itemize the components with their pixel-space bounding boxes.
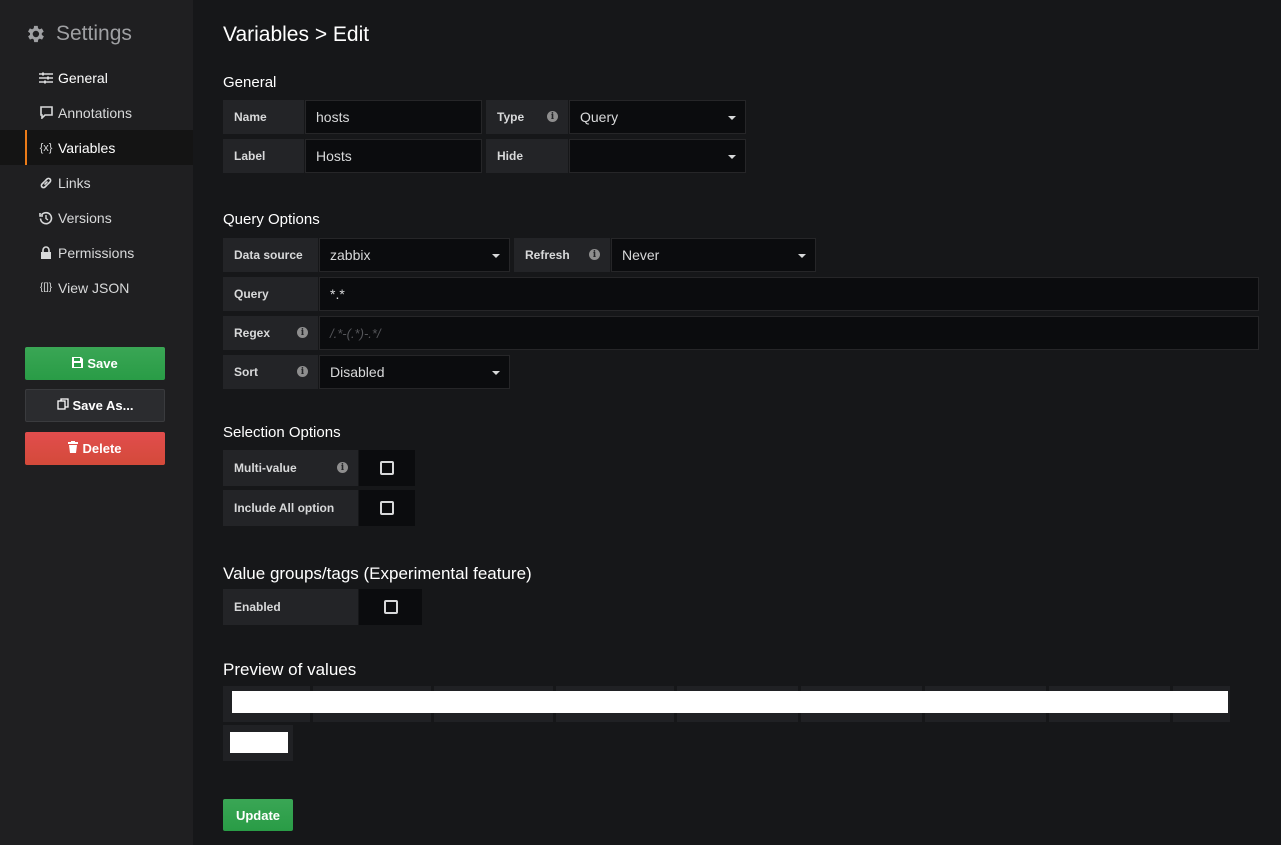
- json-icon: {[]}: [39, 282, 53, 293]
- sliders-icon: [38, 72, 54, 84]
- link-icon: [38, 176, 54, 190]
- info-icon[interactable]: i: [589, 249, 600, 260]
- lock-icon: [38, 245, 54, 260]
- main-content: Variables > Edit General Name hosts Type…: [193, 0, 1281, 845]
- multi-value-checkbox-wrap: [359, 450, 415, 486]
- sidebar-item-label: Links: [58, 174, 91, 191]
- hide-select[interactable]: [569, 139, 746, 173]
- value-groups-heading: Value groups/tags (Experimental feature): [223, 564, 532, 583]
- sidebar-item-permissions[interactable]: Permissions: [0, 235, 193, 270]
- refresh-label: Refresh i: [514, 238, 610, 272]
- update-button[interactable]: Update: [223, 799, 293, 831]
- delete-button[interactable]: Delete: [25, 432, 165, 465]
- hide-label: Hide: [486, 139, 568, 173]
- regex-label-text: Regex: [234, 326, 271, 340]
- save-as-button-label: Save As...: [72, 398, 134, 413]
- enabled-label: Enabled: [223, 589, 358, 625]
- label-label: Label: [223, 139, 304, 173]
- include-all-label: Include All option: [223, 490, 358, 526]
- chevron-down-icon: [728, 155, 736, 159]
- type-select-value: Query: [580, 109, 619, 125]
- name-input[interactable]: hosts: [305, 100, 482, 134]
- datasource-label: Data source: [223, 238, 318, 272]
- chevron-down-icon: [492, 254, 500, 258]
- sort-label: Sort i: [223, 355, 318, 389]
- settings-nav: General Annotations {x} Variables Links …: [0, 60, 193, 305]
- page-title: Variables > Edit: [223, 23, 370, 46]
- settings-title: Settings: [24, 22, 132, 46]
- delete-button-label: Delete: [82, 441, 122, 456]
- multi-value-label: Multi-value i: [223, 450, 358, 486]
- floppy-icon: [72, 356, 84, 371]
- name-label: Name: [223, 100, 304, 134]
- enabled-checkbox[interactable]: [383, 600, 398, 614]
- regex-label: Regex i: [223, 316, 318, 350]
- refresh-select[interactable]: Never: [611, 238, 816, 272]
- type-select[interactable]: Query: [569, 100, 746, 134]
- save-as-button[interactable]: Save As...: [25, 389, 165, 422]
- sidebar-item-links[interactable]: Links: [0, 165, 193, 200]
- save-button[interactable]: Save: [25, 347, 165, 380]
- sidebar-item-label: General: [58, 69, 108, 86]
- chevron-down-icon: [728, 116, 736, 120]
- datasource-select-value: zabbix: [330, 247, 371, 263]
- gear-icon: [28, 25, 44, 43]
- comment-icon: [38, 106, 54, 119]
- preview-redacted-block: [232, 691, 1228, 713]
- multi-value-checkbox[interactable]: [380, 461, 394, 475]
- regex-input[interactable]: /.*-(.*)-.*/: [319, 316, 1259, 350]
- include-all-checkbox[interactable]: [380, 501, 394, 515]
- sort-select[interactable]: Disabled: [319, 355, 510, 389]
- chevron-down-icon: [798, 254, 806, 258]
- settings-title-text: Settings: [56, 22, 132, 45]
- include-all-checkbox-wrap: [359, 490, 415, 526]
- sidebar-item-label: Versions: [58, 209, 112, 226]
- copy-icon: [56, 398, 69, 413]
- info-icon[interactable]: i: [547, 111, 558, 122]
- history-icon: [38, 211, 54, 225]
- enabled-checkbox-wrap: [359, 589, 422, 625]
- sidebar-item-label: Variables: [58, 139, 116, 156]
- query-input[interactable]: *.*: [319, 277, 1259, 311]
- label-input[interactable]: Hosts: [305, 139, 482, 173]
- sort-select-value: Disabled: [330, 364, 385, 380]
- multi-value-label-text: Multi-value: [234, 461, 297, 475]
- sidebar-item-label: View JSON: [58, 279, 130, 296]
- refresh-label-text: Refresh: [525, 248, 570, 262]
- variable-icon: {x}: [39, 141, 53, 154]
- query-options-heading: Query Options: [223, 211, 320, 228]
- info-icon[interactable]: i: [337, 462, 348, 473]
- sidebar-item-label: Annotations: [58, 104, 132, 121]
- trash-icon: [68, 441, 79, 456]
- info-icon[interactable]: i: [297, 366, 308, 377]
- sidebar-item-general[interactable]: General: [0, 60, 193, 95]
- settings-sidebar: Settings General Annotations {x} Variabl…: [0, 0, 193, 845]
- sort-label-text: Sort: [234, 365, 258, 379]
- sidebar-item-annotations[interactable]: Annotations: [0, 95, 193, 130]
- type-label-text: Type: [497, 110, 525, 124]
- refresh-select-value: Never: [622, 247, 660, 263]
- selection-options-heading: Selection Options: [223, 424, 341, 441]
- query-label: Query: [223, 277, 318, 311]
- type-label: Type i: [486, 100, 568, 134]
- sidebar-item-versions[interactable]: Versions: [0, 200, 193, 235]
- general-heading: General: [223, 74, 277, 91]
- chevron-down-icon: [492, 371, 500, 375]
- save-button-label: Save: [87, 356, 118, 371]
- sidebar-item-variables[interactable]: {x} Variables: [0, 130, 193, 165]
- info-icon[interactable]: i: [297, 327, 308, 338]
- sidebar-item-label: Permissions: [58, 244, 135, 261]
- preview-redacted-block: [230, 732, 288, 753]
- datasource-select[interactable]: zabbix: [319, 238, 510, 272]
- sidebar-item-view-json[interactable]: {[]} View JSON: [0, 270, 193, 305]
- preview-heading: Preview of values: [223, 660, 357, 679]
